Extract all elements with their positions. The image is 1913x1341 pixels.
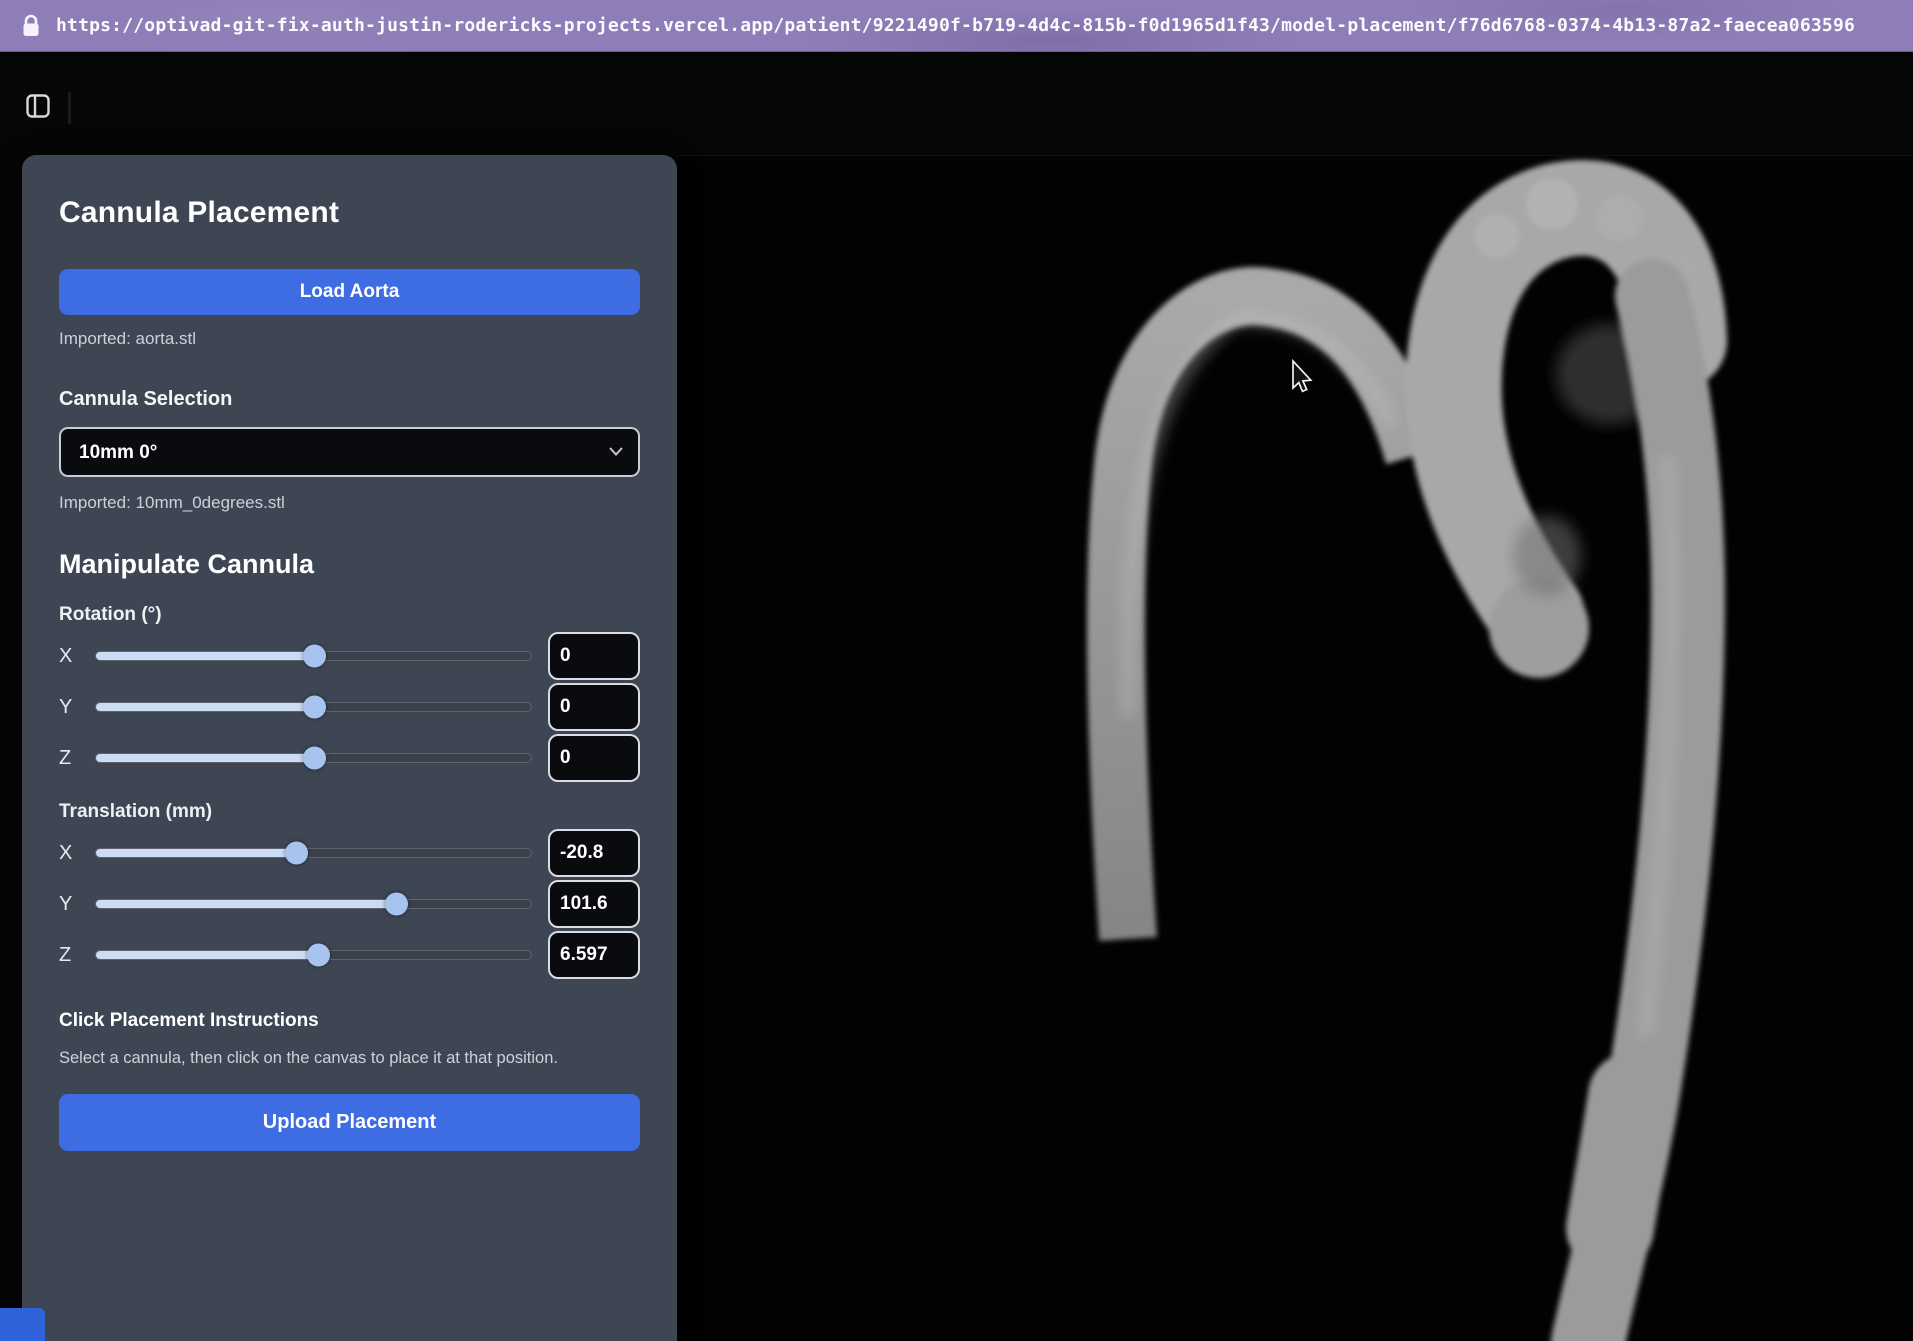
translation-label: Translation (mm): [59, 800, 640, 823]
translation-y-axis-label: Y: [59, 893, 83, 916]
rotation-x-slider-fill: [96, 652, 314, 660]
rotation-x-value-input[interactable]: [548, 632, 640, 680]
rotation-z-row: Z: [59, 734, 640, 782]
translation-z-slider-fill: [96, 951, 318, 959]
translation-z-value-input[interactable]: [548, 931, 640, 979]
click-placement-instructions-text: Select a cannula, then click on the canv…: [59, 1048, 640, 1068]
rotation-z-value-input[interactable]: [548, 734, 640, 782]
cannula-imported-status: Imported: 10mm_0degrees.stl: [59, 493, 640, 513]
corner-accent: [0, 1308, 45, 1341]
browser-address-bar[interactable]: https://optivad-git-fix-auth-justin-rode…: [0, 0, 1913, 52]
translation-x-slider-thumb[interactable]: [285, 842, 308, 865]
cannula-select[interactable]: 10mm 0°: [59, 427, 640, 477]
translation-x-axis-label: X: [59, 842, 83, 865]
rotation-x-slider-thumb[interactable]: [303, 645, 326, 668]
rotation-y-value-input[interactable]: [548, 683, 640, 731]
translation-z-row: Z: [59, 931, 640, 979]
lock-icon[interactable]: [22, 14, 40, 38]
rotation-y-row: Y: [59, 683, 640, 731]
upload-placement-button[interactable]: Upload Placement: [59, 1094, 640, 1151]
aorta-imported-status: Imported: aorta.stl: [59, 329, 640, 349]
translation-z-axis-label: Z: [59, 944, 83, 967]
translation-z-slider-thumb[interactable]: [307, 944, 330, 967]
cannula-selection-label: Cannula Selection: [59, 387, 640, 411]
rotation-x-row: X: [59, 632, 640, 680]
translation-x-value-input[interactable]: [548, 829, 640, 877]
load-aorta-button[interactable]: Load Aorta: [59, 269, 640, 315]
toolbar-divider: [68, 92, 71, 124]
rotation-z-slider-fill: [96, 754, 314, 762]
window-toolbar: [0, 52, 1913, 155]
rotation-y-axis-label: Y: [59, 696, 83, 719]
rotation-label: Rotation (°): [59, 603, 640, 626]
translation-x-slider-fill: [96, 849, 296, 857]
translation-y-slider[interactable]: [95, 899, 532, 909]
translation-x-row: X: [59, 829, 640, 877]
rotation-y-slider[interactable]: [95, 702, 532, 712]
aorta-3d-model: [677, 156, 1913, 1341]
translation-y-value-input[interactable]: [548, 880, 640, 928]
translation-y-row: Y: [59, 880, 640, 928]
rotation-x-slider[interactable]: [95, 651, 532, 661]
page-title: Cannula Placement: [59, 195, 640, 231]
rotation-x-axis-label: X: [59, 645, 83, 668]
translation-y-slider-fill: [96, 900, 396, 908]
rotation-y-slider-fill: [96, 703, 314, 711]
translation-z-slider[interactable]: [95, 950, 532, 960]
url-text: https://optivad-git-fix-auth-justin-rode…: [56, 15, 1855, 36]
click-placement-instructions-title: Click Placement Instructions: [59, 1009, 640, 1032]
app-window: https://optivad-git-fix-auth-justin-rode…: [0, 0, 1913, 1341]
sidebar-toggle-icon[interactable]: [26, 93, 50, 119]
rotation-z-axis-label: Z: [59, 747, 83, 770]
cannula-placement-panel: Cannula Placement Load Aorta Imported: a…: [22, 155, 677, 1341]
translation-x-slider[interactable]: [95, 848, 532, 858]
manipulate-cannula-title: Manipulate Cannula: [59, 547, 640, 581]
translation-y-slider-thumb[interactable]: [385, 893, 408, 916]
rotation-z-slider[interactable]: [95, 753, 532, 763]
mouse-cursor: [1293, 361, 1311, 391]
model-canvas[interactable]: [677, 155, 1913, 1341]
rotation-z-slider-thumb[interactable]: [303, 747, 326, 770]
rotation-y-slider-thumb[interactable]: [303, 696, 326, 719]
